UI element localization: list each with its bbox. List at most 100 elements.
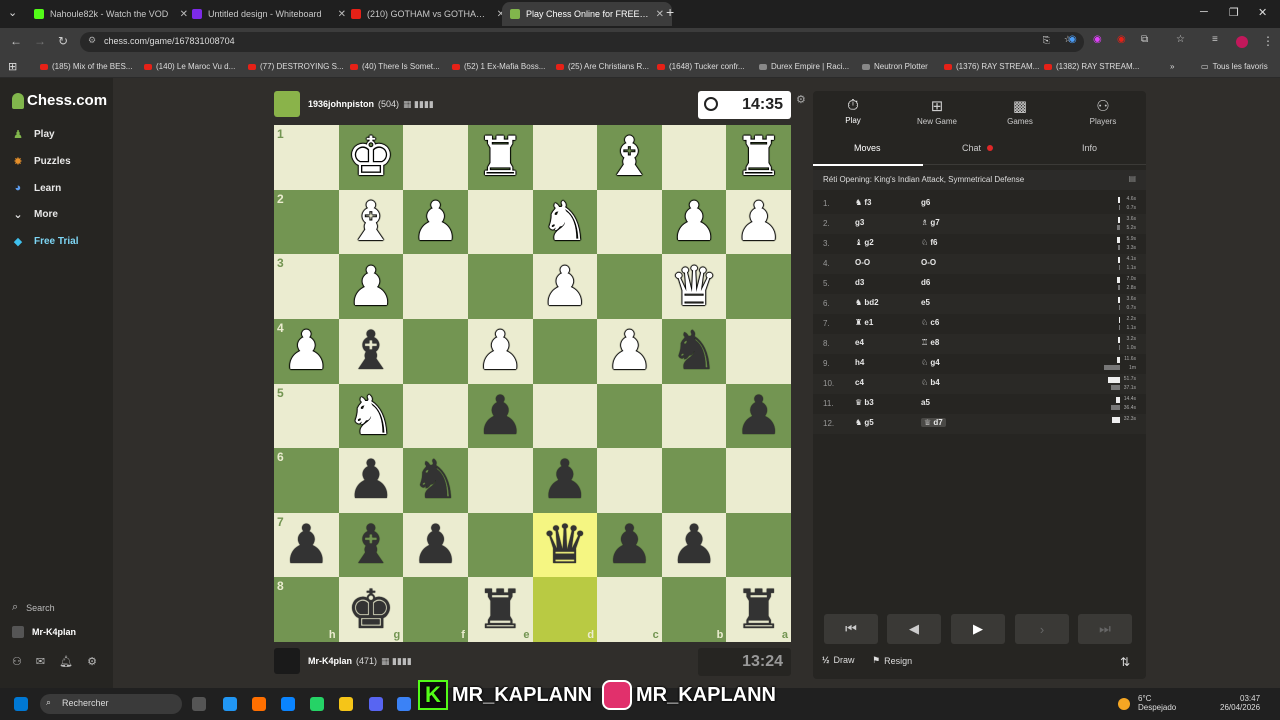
chess-logo[interactable]: Chess.com — [12, 92, 107, 109]
board-square[interactable]: ♝ — [338, 512, 404, 578]
board-square[interactable] — [403, 318, 468, 384]
board-square[interactable]: 1 — [274, 125, 339, 190]
black-pawn-piece[interactable]: ♟ — [347, 453, 395, 507]
white-move[interactable]: ♛ b3 — [855, 398, 874, 407]
flip-board-icon[interactable]: ⇅ — [1120, 655, 1130, 669]
bookmarks-overflow-icon[interactable]: » — [1170, 62, 1174, 71]
black-move[interactable]: ♘ c6 — [921, 318, 939, 327]
taskbar-search-input[interactable]: ⌕ Rechercher — [40, 694, 182, 714]
black-move[interactable]: ♗ g7 — [921, 218, 940, 227]
bookmark-item[interactable]: (140) Le Maroc Vu d... — [144, 62, 235, 71]
last-move-button[interactable]: ⏭ — [1078, 614, 1132, 644]
board-square[interactable]: a ♜ — [726, 577, 791, 642]
black-pawn-piece[interactable]: ♟ — [411, 518, 459, 572]
sidebar-item-learn[interactable]: ◕ Learn — [12, 182, 62, 194]
board-square[interactable]: ♝ — [338, 318, 404, 384]
subtab-info[interactable]: Info — [1082, 143, 1097, 153]
white-move[interactable]: c4 — [855, 378, 864, 387]
browser-tab-chess[interactable]: Play Chess Online for FREE - 2 ✕ — [502, 2, 672, 26]
browser-tab-kick[interactable]: Nahoule82k - Watch the VOD ✕ — [26, 2, 196, 26]
board-square[interactable]: ♟ — [661, 512, 727, 578]
board-square[interactable] — [532, 125, 598, 190]
white-pawn-piece[interactable]: ♟ — [411, 194, 459, 249]
board-square[interactable] — [661, 383, 727, 449]
file-explorer-icon[interactable] — [339, 697, 353, 711]
white-move[interactable]: g3 — [855, 218, 864, 227]
white-move[interactable]: ♜ e1 — [855, 318, 873, 327]
black-pawn-piece[interactable]: ♟ — [541, 453, 589, 507]
white-move[interactable]: ♝ g2 — [855, 238, 874, 247]
next-move-button[interactable]: › — [1015, 614, 1069, 644]
whatsapp-icon[interactable] — [310, 697, 324, 711]
white-move[interactable]: ♞ g5 — [855, 418, 874, 427]
black-move[interactable]: g6 — [921, 198, 930, 207]
apps-grid-icon[interactable]: ⊞ — [8, 60, 17, 73]
black-move[interactable]: ♘ g4 — [921, 358, 940, 367]
board-square[interactable]: ♞ — [403, 448, 468, 513]
board-square[interactable]: ♟ — [726, 383, 791, 449]
board-square[interactable] — [532, 383, 598, 449]
maximize-button[interactable]: ❐ — [1229, 6, 1239, 19]
black-bishop-piece[interactable]: ♝ — [347, 324, 395, 378]
black-pawn-piece[interactable]: ♟ — [605, 518, 653, 572]
board-square[interactable]: ♜ — [726, 125, 791, 190]
reload-icon[interactable]: ↻ — [58, 34, 68, 48]
minimize-button[interactable]: ─ — [1200, 6, 1208, 18]
black-move[interactable]: ♘ f6 — [921, 238, 938, 247]
board-square[interactable]: 7 ♟ — [274, 512, 339, 578]
copilot-icon[interactable] — [223, 697, 237, 711]
back-icon[interactable]: ← — [10, 34, 22, 48]
board-square[interactable]: ♝ — [338, 189, 404, 255]
windows-start-icon[interactable] — [14, 697, 28, 711]
task-view-icon[interactable] — [192, 697, 206, 711]
close-window-button[interactable]: ✕ — [1258, 6, 1267, 19]
app-icon[interactable] — [252, 697, 266, 711]
board-square[interactable]: ♞ — [532, 189, 598, 255]
board-square[interactable]: ♛ — [532, 512, 598, 578]
board-square[interactable]: ♟ — [338, 254, 404, 319]
bell-icon[interactable]: 🔔︎ — [59, 655, 73, 668]
more-menu-icon[interactable]: ⋮ — [1262, 34, 1274, 48]
white-king-piece[interactable]: ♚ — [347, 130, 395, 184]
black-pawn-piece[interactable]: ♟ — [282, 518, 330, 572]
board-square[interactable] — [532, 318, 598, 384]
bookmark-item[interactable]: Durex Empire | Raci... — [759, 62, 849, 71]
bottom-player[interactable]: Mr-K4plan (471) ▦ ▮▮▮▮ — [274, 648, 412, 674]
board-square[interactable]: b — [661, 577, 727, 642]
white-rook-piece[interactable]: ♜ — [734, 130, 782, 184]
sidebar-item-puzzles[interactable]: ✸ Puzzles — [12, 155, 70, 168]
resign-button[interactable]: ⚑ Resign — [872, 655, 912, 666]
black-pawn-piece[interactable]: ♟ — [670, 518, 718, 572]
bookmark-item[interactable]: (1648) Tucker confr... — [657, 62, 745, 71]
sidebar-item-play[interactable]: ♟ Play — [12, 128, 55, 141]
all-bookmarks[interactable]: ▭ Tous les favoris — [1201, 62, 1268, 71]
tab-new-game[interactable]: ⊞ New Game — [897, 97, 977, 126]
board-square[interactable]: ♟ — [467, 318, 533, 384]
white-pawn-piece[interactable]: ♟ — [670, 194, 718, 249]
board-square[interactable]: ♟ — [532, 448, 598, 513]
board-square[interactable]: g ♚ — [338, 577, 404, 642]
board-square[interactable]: ♟ — [661, 189, 727, 255]
board-square[interactable] — [726, 254, 791, 319]
board-square[interactable] — [403, 383, 468, 449]
white-pawn-piece[interactable]: ♟ — [605, 324, 653, 378]
black-knight-piece[interactable]: ♞ — [411, 453, 459, 507]
board-square[interactable]: ♟ — [726, 189, 791, 255]
white-knight-piece[interactable]: ♞ — [541, 194, 589, 249]
bookmark-item[interactable]: (25) Are Christians R... — [556, 62, 649, 71]
board-square[interactable]: ♜ — [467, 125, 533, 190]
black-move[interactable]: O-O — [921, 258, 936, 267]
board-square[interactable]: ♟ — [597, 318, 662, 384]
bookmark-item[interactable]: (1382) RAY STREAM... — [1044, 62, 1139, 71]
white-move[interactable]: h4 — [855, 358, 864, 367]
board-square[interactable]: e ♜ — [467, 577, 533, 642]
white-pawn-piece[interactable]: ♟ — [476, 324, 524, 378]
gear-icon[interactable]: ⚙ — [87, 655, 97, 668]
tab-search-icon[interactable]: ⌄ — [8, 6, 17, 19]
top-player[interactable]: 1936johnpiston (504) ▦ ▮▮▮▮ — [274, 91, 434, 117]
white-move[interactable]: ♞ f3 — [855, 198, 872, 207]
white-pawn-piece[interactable]: ♟ — [282, 324, 330, 378]
board-square[interactable]: d — [532, 577, 598, 642]
board-square[interactable]: ♟ — [403, 189, 468, 255]
white-move[interactable]: e4 — [855, 338, 864, 347]
